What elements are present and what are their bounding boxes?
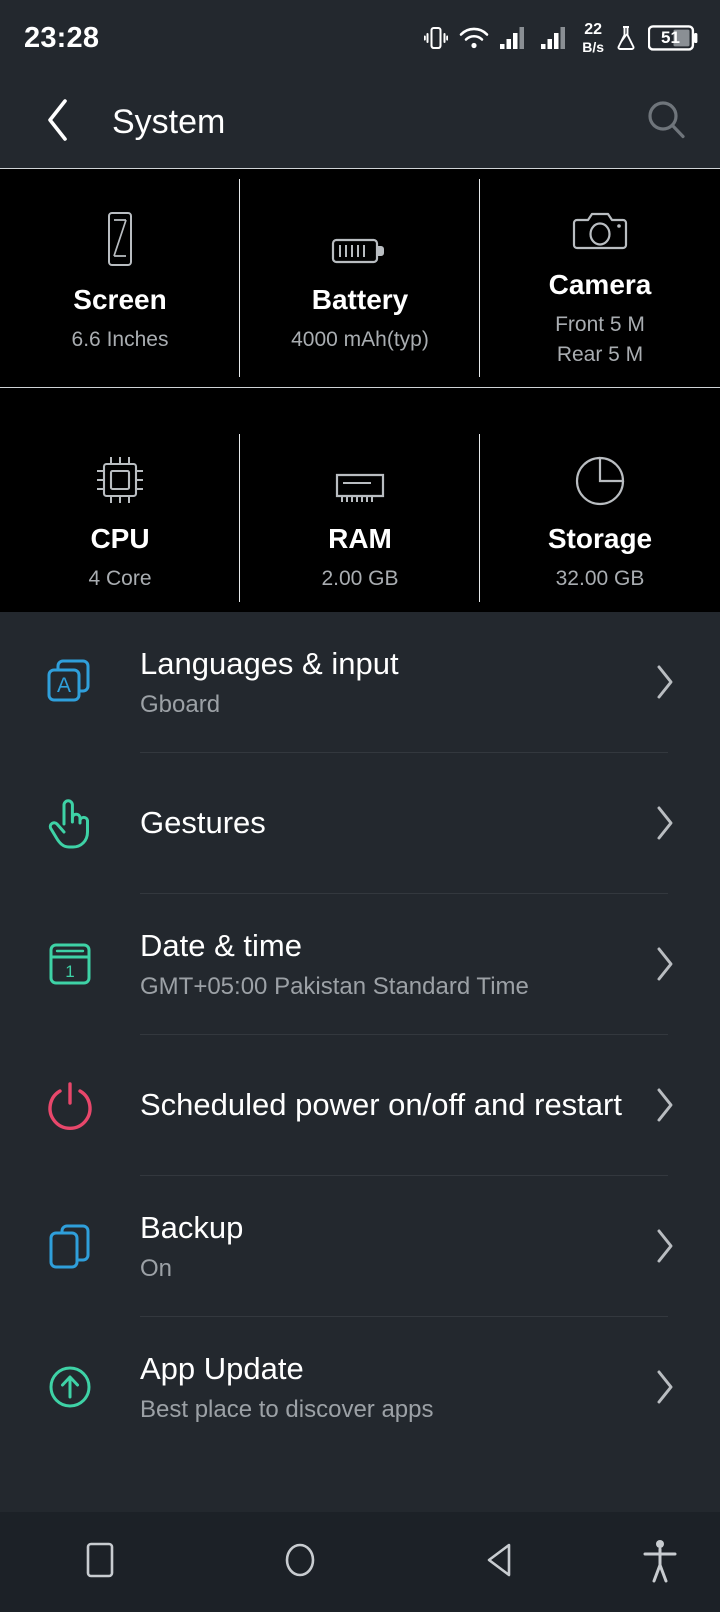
wifi-icon: [459, 26, 489, 50]
status-time: 23:28: [24, 21, 100, 54]
camera-icon: [571, 193, 629, 255]
back-button-nav[interactable]: [400, 1540, 600, 1585]
screen-icon: [96, 208, 144, 270]
home-circle-icon: [281, 1539, 319, 1586]
status-bar: 23:28 22 B/s 51: [0, 0, 720, 76]
battery-icon: 51: [648, 25, 698, 51]
search-icon: [643, 97, 689, 148]
recents-square-icon: [83, 1540, 117, 1585]
list-item-text: Date & time GMT+05:00 Pakistan Standard …: [140, 926, 640, 1003]
accessibility-button[interactable]: [600, 1537, 720, 1588]
chevron-right-icon: [640, 945, 690, 983]
back-triangle-icon: [482, 1540, 518, 1585]
ram-icon: [331, 447, 389, 509]
spec-subtitle: 4 Core: [88, 567, 152, 591]
list-item-gestures[interactable]: Gestures: [0, 753, 720, 893]
list-item-scheduled-power[interactable]: Scheduled power on/off and restart: [0, 1035, 720, 1175]
spec-title: Camera: [548, 268, 652, 300]
spec-title: Screen: [73, 283, 167, 315]
spec-subtitle: 4000 mAh(typ): [291, 327, 429, 351]
spec-cell-screen[interactable]: Screen 6.6 Inches: [0, 169, 240, 387]
svg-text:1: 1: [65, 962, 74, 981]
list-item-languages-input[interactable]: A Languages & input Gboard: [0, 612, 720, 752]
spec-cell-cpu[interactable]: CPU 4 Core: [0, 424, 240, 612]
spec-subtitle: 2.00 GB: [321, 567, 399, 591]
list-item-title: Gestures: [140, 804, 266, 840]
calendar-icon: 1: [0, 938, 140, 990]
search-button[interactable]: [638, 94, 694, 150]
net-speed-value: 22: [584, 21, 602, 38]
list-item-date-time[interactable]: 1 Date & time GMT+05:00 Pakistan Standar…: [0, 894, 720, 1034]
vibrate-icon: [424, 25, 449, 51]
gesture-hand-icon: [0, 794, 140, 852]
spec-title: CPU: [90, 523, 150, 555]
spec-title: Storage: [547, 523, 653, 555]
power-icon: [0, 1078, 140, 1132]
recents-button[interactable]: [0, 1540, 200, 1585]
list-item-subtitle: Gboard: [140, 690, 221, 718]
spec-cell-ram[interactable]: RAM 2.00 GB: [240, 424, 480, 612]
list-item-title: App Update: [140, 1350, 304, 1386]
home-button[interactable]: [200, 1539, 400, 1586]
list-item-subtitle: On: [140, 1254, 173, 1282]
list-item-text: Languages & input Gboard: [140, 644, 640, 721]
signal-sim1-icon: [500, 26, 530, 50]
spec-cell-camera[interactable]: Camera Front 5 M Rear 5 M: [480, 169, 720, 387]
spec-subtitle: Front 5 M: [555, 312, 645, 336]
list-item-subtitle: GMT+05:00 Pakistan Standard Time: [140, 972, 529, 1000]
spec-cell-battery[interactable]: Battery 4000 mAh(typ): [240, 169, 480, 387]
chevron-right-icon: [640, 1086, 690, 1124]
list-item-title: Date & time: [140, 927, 302, 963]
spec-subtitle-2: Rear 5 M: [556, 342, 644, 366]
chevron-right-icon: [640, 663, 690, 701]
list-item-title: Backup: [140, 1209, 244, 1245]
grid-horizontal-divider: [0, 387, 720, 389]
spec-subtitle: 32.00 GB: [555, 567, 645, 591]
phone-screen: 23:28 22 B/s 51 System Screen 6.6 Inches…: [0, 0, 720, 1612]
list-item-subtitle: Best place to discover apps: [140, 1395, 434, 1423]
app-bar: System: [0, 76, 720, 168]
list-item-text: Gestures: [140, 803, 640, 844]
list-item-title: Languages & input: [140, 645, 399, 681]
status-icon-tray: 22 B/s 51: [424, 22, 698, 54]
list-item-text: Backup On: [140, 1208, 640, 1285]
spec-title: Battery: [311, 283, 409, 315]
battery-icon: [329, 208, 391, 270]
cpu-icon: [91, 447, 149, 509]
settings-list: A Languages & input Gboard Gestures 1 Da…: [0, 612, 720, 1457]
accessibility-icon: [640, 1537, 680, 1588]
signal-sim2-icon: [541, 26, 571, 50]
list-item-title: Scheduled power on/off and restart: [140, 1086, 622, 1122]
net-speed-unit: B/s: [582, 39, 604, 55]
list-item-app-update[interactable]: App Update Best place to discover apps: [0, 1317, 720, 1457]
flask-icon: [615, 25, 637, 51]
chevron-right-icon: [640, 804, 690, 842]
device-spec-grid: Screen 6.6 Inches Battery 4000 mAh(typ): [0, 168, 720, 612]
page-title: System: [112, 102, 226, 141]
spec-cell-storage[interactable]: Storage 32.00 GB: [480, 424, 720, 612]
list-item-text: Scheduled power on/off and restart: [140, 1085, 640, 1126]
languages-icon: A: [0, 655, 140, 709]
list-item-backup[interactable]: Backup On: [0, 1176, 720, 1316]
system-navigation-bar: [0, 1512, 720, 1612]
back-chevron-icon: [43, 97, 73, 148]
spec-title: RAM: [328, 523, 392, 555]
spec-subtitle: 6.6 Inches: [71, 327, 169, 351]
storage-icon: [572, 447, 628, 509]
svg-text:A: A: [57, 674, 71, 697]
net-speed-indicator: 22 B/s: [582, 21, 604, 55]
battery-percent-label: 51: [661, 28, 680, 47]
app-update-icon: [0, 1360, 140, 1414]
list-item-text: App Update Best place to discover apps: [140, 1349, 640, 1426]
chevron-right-icon: [640, 1227, 690, 1265]
back-button[interactable]: [30, 94, 86, 150]
backup-icon: [0, 1219, 140, 1273]
chevron-right-icon: [640, 1368, 690, 1406]
